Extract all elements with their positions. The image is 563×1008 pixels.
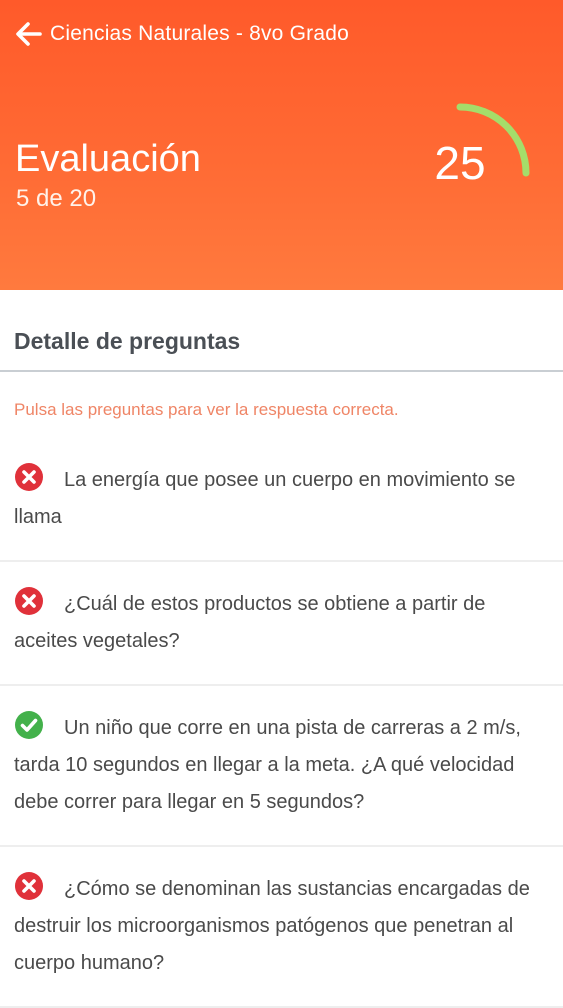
arrow-left-icon [16, 22, 42, 46]
x-circle-icon [15, 872, 43, 900]
question-list: La energía que posee un cuerpo en movimi… [0, 452, 563, 1008]
question-item[interactable]: La energía que posee un cuerpo en movimi… [0, 452, 563, 562]
question-text: La energía que posee un cuerpo en movimi… [14, 469, 516, 528]
section-heading: Detalle de preguntas [14, 328, 241, 354]
score-value: 25 [434, 137, 486, 189]
score-gauge: 25 [395, 88, 545, 238]
question-item[interactable]: ¿Cuál de estos productos se obtiene a pa… [0, 562, 563, 686]
question-text: ¿Cuál de estos productos se obtiene a pa… [14, 593, 486, 652]
course-title: Ciencias Naturales - 8vo Grado [50, 22, 349, 45]
evaluation-header: Ciencias Naturales - 8vo Grado Evaluació… [0, 0, 563, 290]
evaluation-title: Evaluación [15, 138, 201, 180]
back-button[interactable] [14, 19, 44, 49]
divider [0, 370, 563, 372]
x-circle-icon [15, 587, 43, 615]
question-item[interactable]: ¿Cómo se denominan las sustancias encarg… [0, 847, 563, 1008]
question-item[interactable]: Un niño que corre en una pista de carrer… [0, 686, 563, 847]
check-circle-icon [15, 711, 43, 739]
hint-text: Pulsa las preguntas para ver la respuest… [14, 400, 399, 419]
x-circle-icon [15, 463, 43, 491]
question-text: ¿Cómo se denominan las sustancias encarg… [14, 878, 530, 974]
question-text: Un niño que corre en una pista de carrer… [14, 717, 521, 813]
top-bar: Ciencias Naturales - 8vo Grado [14, 16, 349, 52]
evaluation-progress: 5 de 20 [16, 185, 97, 212]
